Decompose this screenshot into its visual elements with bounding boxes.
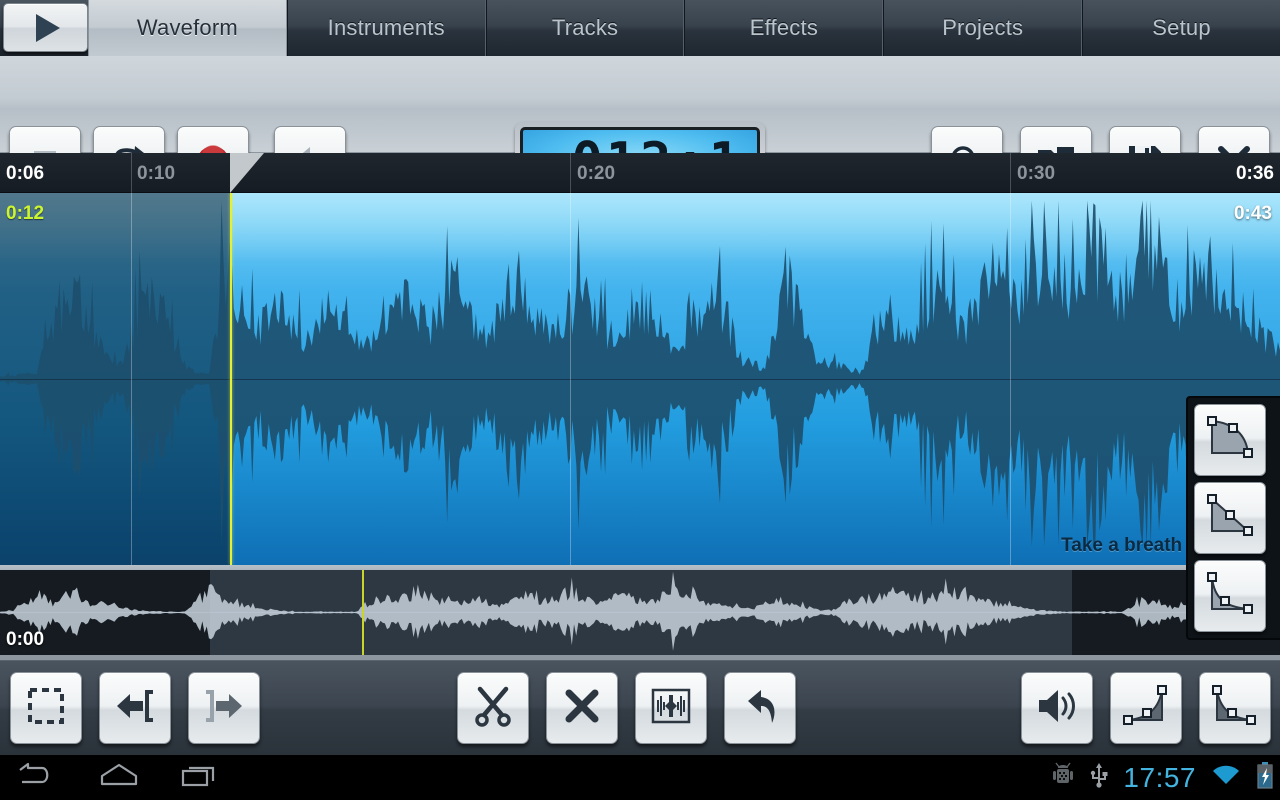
home-icon <box>96 762 142 793</box>
fade-in-button[interactable] <box>1110 672 1182 744</box>
delete-button[interactable] <box>546 672 618 744</box>
arrow-left-bracket-icon <box>113 687 157 730</box>
playhead[interactable] <box>230 193 232 565</box>
waveform-zero-line <box>0 379 1280 380</box>
tab-tracks[interactable]: Tracks <box>485 0 685 56</box>
ruler-time-label: 0:20 <box>577 163 616 184</box>
recent-apps-icon <box>180 762 222 793</box>
fade-curve-concave-button[interactable] <box>1194 560 1266 632</box>
nav-home-button[interactable] <box>96 755 142 800</box>
fade-out-button[interactable] <box>1199 672 1271 744</box>
fade-out-icon <box>1210 684 1260 733</box>
trim-button[interactable] <box>635 672 707 744</box>
volume-button[interactable] <box>1021 672 1093 744</box>
system-status-icons: 17:57 <box>1051 755 1280 800</box>
waveform-gridline <box>570 193 571 565</box>
ruler-time-label: 0:06 <box>6 163 45 184</box>
adb-debug-icon <box>1051 762 1075 793</box>
waveform-gridline <box>131 193 132 565</box>
overview-playhead[interactable] <box>362 570 364 655</box>
selection-start-button[interactable] <box>99 672 171 744</box>
fade-curve-panel <box>1186 396 1280 640</box>
tab-waveform[interactable]: Waveform <box>88 0 287 56</box>
selection-end-button[interactable] <box>188 672 260 744</box>
tab-setup[interactable]: Setup <box>1082 0 1280 56</box>
tab-effects[interactable]: Effects <box>684 0 884 56</box>
ruler-time-label: 0:10 <box>137 163 176 184</box>
tab-projects[interactable]: Projects <box>883 0 1083 56</box>
fade-curve-linear-button[interactable] <box>1194 482 1266 554</box>
tab-label: Projects <box>942 15 1024 40</box>
tab-label: Effects <box>749 15 819 40</box>
ruler-tick <box>1010 153 1011 193</box>
undo-arrow-icon <box>739 686 781 731</box>
usb-icon <box>1089 762 1109 793</box>
waveform-start-time: 0:12 <box>6 203 45 224</box>
nav-back-button[interactable] <box>14 755 54 800</box>
overview-zero-line <box>0 612 1280 613</box>
waveform-gridline <box>1010 193 1011 565</box>
transport-toolbar: 012:1 <box>0 56 1280 202</box>
select-all-button[interactable] <box>10 672 82 744</box>
undo-edit-button[interactable] <box>724 672 796 744</box>
selection-box-icon <box>26 686 66 731</box>
ruler-tick <box>570 153 571 193</box>
fade-convex-icon <box>1204 415 1256 466</box>
play-icon <box>26 10 66 46</box>
audio-editor-app: Waveform Instruments Tracks Effects Proj… <box>0 0 1280 800</box>
fade-in-icon <box>1121 684 1171 733</box>
ruler-time-label: 0:36 <box>1235 163 1274 184</box>
fade-curve-convex-button[interactable] <box>1194 404 1266 476</box>
tab-instruments[interactable]: Instruments <box>286 0 486 56</box>
timeline-ruler[interactable]: 0:06 0:10 0:20 0:30 0:36 <box>0 153 1280 193</box>
scissors-icon <box>472 685 514 732</box>
android-system-bar: 17:57 <box>0 755 1280 800</box>
battery-charging-icon <box>1256 761 1274 794</box>
speaker-volume-icon <box>1035 687 1079 730</box>
tab-label: Waveform <box>136 15 238 40</box>
back-arrow-icon <box>14 762 54 793</box>
tab-label: Tracks <box>551 15 619 40</box>
overview-start-time: 0:00 <box>6 629 45 650</box>
trim-waveform-icon <box>650 687 692 730</box>
waveform-end-time: 0:43 <box>1233 203 1272 224</box>
tab-label: Instruments <box>327 15 445 40</box>
tab-bar: Waveform Instruments Tracks Effects Proj… <box>0 0 1280 56</box>
tab-label: Setup <box>1152 15 1211 40</box>
bracket-arrow-right-icon <box>202 687 246 730</box>
nav-recents-button[interactable] <box>180 755 222 800</box>
waveform-view[interactable]: 0:12 0:43 Take a breath (Katy The <box>0 193 1280 565</box>
wifi-icon <box>1210 762 1242 793</box>
ruler-tick <box>131 153 132 193</box>
cut-button[interactable] <box>457 672 529 744</box>
playhead-flag[interactable] <box>230 153 264 193</box>
fade-concave-icon <box>1204 571 1256 622</box>
status-clock: 17:57 <box>1123 761 1196 793</box>
fade-linear-icon <box>1204 493 1256 544</box>
overview-strip[interactable]: 0:00 <box>0 565 1280 660</box>
edit-toolbar <box>0 660 1280 755</box>
ruler-time-label: 0:30 <box>1017 163 1056 184</box>
play-button[interactable] <box>3 3 88 52</box>
waveform-path <box>0 200 1280 547</box>
overview-canvas[interactable]: 0:00 <box>0 570 1280 655</box>
close-x-icon <box>562 686 602 731</box>
